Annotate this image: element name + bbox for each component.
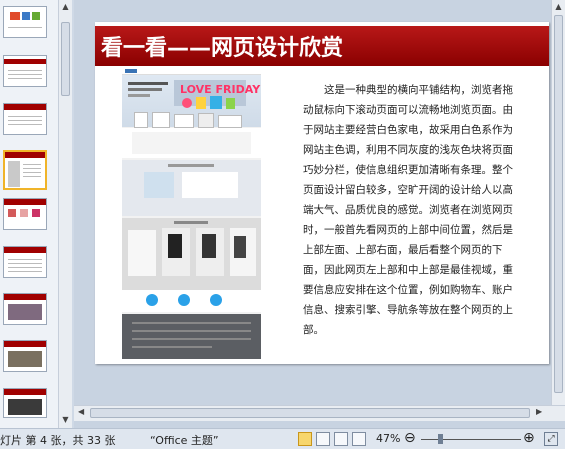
scroll-left-icon[interactable]: ◀ [78, 407, 84, 416]
zoom-out-icon[interactable]: ⊖ [404, 430, 416, 446]
scroll-right-icon[interactable]: ▶ [536, 407, 542, 416]
editor-vertical-scrollbar[interactable]: ▲ [551, 0, 565, 405]
zoom-slider-thumb[interactable] [438, 434, 443, 444]
slide[interactable]: 看一看——网页设计欣赏 LOVE FRIDAY 这是一种典型的横向平铺结构，浏览… [95, 22, 549, 364]
thumbnail-scrollbar[interactable]: ▲ ▼ [58, 0, 72, 428]
zoom-in-icon[interactable]: ⊕ [523, 430, 535, 446]
editor-horizontal-scrollbar[interactable]: ◀ ▶ [74, 405, 565, 421]
scrollbar-thumb[interactable] [90, 408, 530, 418]
scroll-up-icon[interactable]: ▲ [552, 0, 565, 14]
slide-thumbnail[interactable] [3, 293, 47, 325]
slide-thumbnail-selected[interactable] [3, 150, 47, 190]
scrollbar-thumb[interactable] [61, 22, 70, 96]
scrollbar-thumb[interactable] [554, 15, 563, 393]
zoom-slider-track[interactable] [421, 439, 521, 440]
slide-sorter-icon[interactable] [316, 432, 330, 446]
scroll-down-icon[interactable]: ▼ [59, 413, 72, 427]
reading-view-icon[interactable] [334, 432, 348, 446]
slide-thumbnail[interactable] [3, 388, 47, 418]
banner-text: LOVE FRIDAY [180, 83, 261, 96]
website-screenshot-image[interactable]: LOVE FRIDAY [122, 68, 261, 359]
fit-window-icon[interactable]: ⤢ [544, 432, 558, 446]
theme-name-text[interactable]: “Office 主题” [150, 432, 219, 448]
slide-thumbnail[interactable] [3, 198, 47, 230]
slideshow-icon[interactable] [352, 432, 366, 446]
slide-title[interactable]: 看一看——网页设计欣赏 [101, 30, 343, 62]
zoom-level-text[interactable]: 47% [376, 432, 400, 445]
scroll-up-icon[interactable]: ▲ [59, 0, 72, 14]
slide-thumbnail[interactable] [3, 246, 47, 278]
slide-thumbnail[interactable] [3, 55, 47, 87]
slide-thumbnail[interactable] [3, 340, 47, 372]
slide-thumbnail-pane[interactable] [0, 0, 60, 428]
slide-count-text: 灯片 第 4 张，共 33 张 [0, 434, 116, 447]
slide-thumbnail[interactable] [3, 103, 47, 135]
slide-body-text[interactable]: 这是一种典型的横向平铺结构，浏览者拖动鼠标向下滚动页面可以流畅地浏览页面。由于网… [303, 80, 517, 340]
slide-editing-area[interactable]: 看一看——网页设计欣赏 LOVE FRIDAY 这是一种典型的横向平铺结构，浏览… [74, 0, 565, 428]
slide-thumbnail[interactable] [3, 6, 47, 38]
status-bar: 灯片 第 4 张，共 33 张 “Office 主题” 47% ⊖ ⊕ ⤢ [0, 428, 565, 449]
title-bar: 看一看——网页设计欣赏 [95, 26, 549, 66]
normal-view-icon[interactable] [298, 432, 312, 446]
